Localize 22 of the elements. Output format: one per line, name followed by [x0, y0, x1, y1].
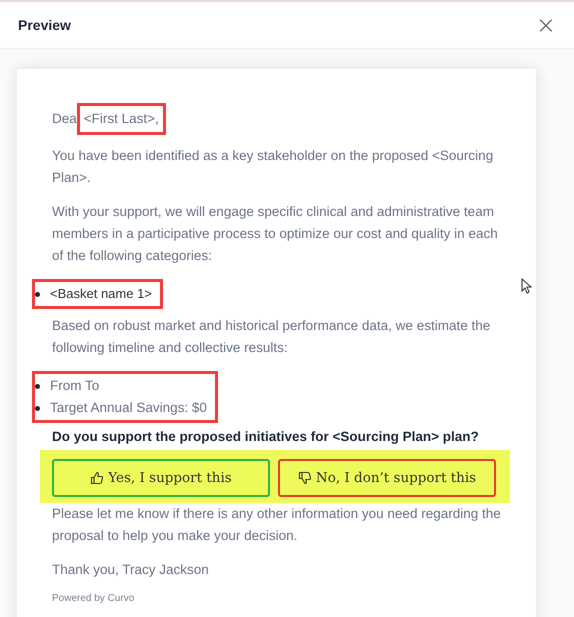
powered-by-text: Powered by Curvo: [52, 593, 136, 604]
greeting-text: Dea: [52, 110, 77, 128]
dialog-title: Preview: [18, 17, 71, 33]
thumbs-up-icon: [90, 471, 104, 485]
mouse-cursor-icon: [521, 278, 532, 294]
letter-paragraph: With your support, we will engage specific clinical and administrative team members in a participative process to optimize our cost and quality in each of the following categories:: [52, 203, 499, 265]
letter-paragraph: Thank you, Tracy Jackson: [52, 561, 210, 579]
approve-button[interactable]: Yes, I support this: [52, 459, 270, 497]
decline-button[interactable]: No, I don’t support this: [278, 459, 496, 497]
question-text: Do you support the proposed initiatives for <Sourcing Plan> plan?: [52, 429, 480, 444]
list-item: Target Annual Savings: $0: [50, 399, 207, 417]
letter-paragraph: Based on robust market and historical performance data, we estimate the following timeline and collective results:: [52, 317, 492, 357]
list-item: From To: [50, 377, 100, 395]
thumbs-down-icon: [298, 471, 312, 485]
list-item: <Basket name 1>: [50, 285, 152, 303]
bullet-icon: [35, 384, 40, 388]
letter-paragraph: You have been identified as a key stakeholder on the proposed <Sourcing Plan>.: [52, 147, 494, 187]
bullet-icon: [35, 292, 40, 296]
letter-paragraph: Please let me know if there is any other information you need regarding the proposal to help you make your decision.: [52, 505, 502, 545]
annotation-box: <First Last>,: [76, 103, 166, 135]
close-button[interactable]: ×: [536, 13, 556, 37]
bullet-icon: [35, 406, 40, 410]
